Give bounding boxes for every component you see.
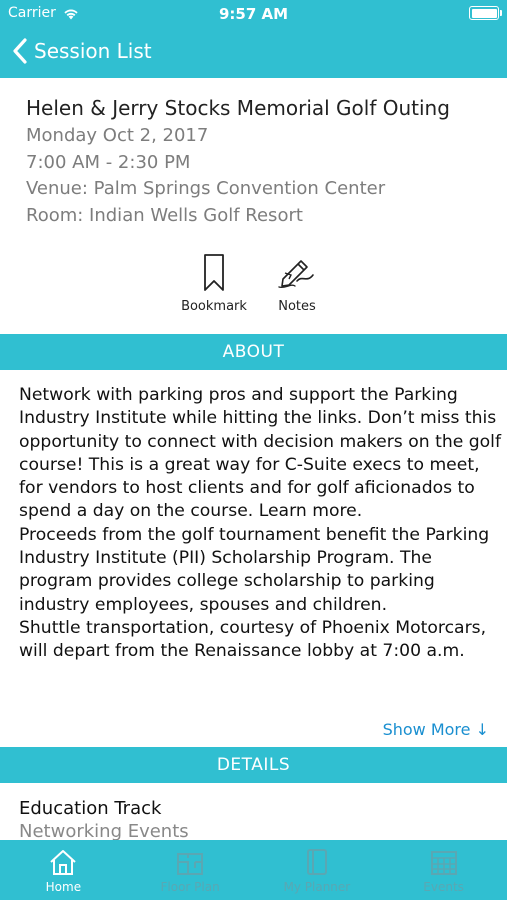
details-header: DETAILS — [0, 747, 507, 783]
tab-bar: Home Floor Plan My Planner Events — [0, 840, 507, 900]
notes-icon — [278, 260, 314, 289]
session-title: Helen & Jerry Stocks Memorial Golf Outin… — [26, 96, 450, 120]
about-paragraph: Network with parking pros and support th… — [19, 385, 501, 522]
session-time: 7:00 AM - 2:30 PM — [26, 152, 191, 173]
tab-label: Home — [45, 880, 82, 894]
battery-level — [471, 8, 497, 18]
chevron-left-icon — [13, 38, 27, 64]
about-header: ABOUT — [0, 334, 507, 370]
battery-icon — [469, 6, 502, 20]
education-track-item: Education Track Networking Events — [19, 798, 189, 842]
about-paragraph: Proceeds from the golf tournament benefi… — [19, 524, 490, 615]
planner-icon — [306, 849, 327, 875]
about-paragraph: Shuttle transportation, courtesy of Phoe… — [19, 617, 487, 662]
notes-label: Notes — [278, 299, 316, 314]
back-button[interactable]: Session List — [12, 37, 152, 65]
status-time: 9:57 AM — [218, 5, 289, 23]
tab-label: My Planner — [283, 880, 351, 894]
bookmark-label: Bookmark — [181, 299, 247, 314]
calendar-icon — [430, 851, 457, 875]
about-description: Network with parking pros and support th… — [19, 384, 504, 664]
tab-my-planner[interactable]: My Planner — [254, 840, 381, 900]
back-label: Session List — [34, 39, 152, 63]
tab-events[interactable]: Events — [380, 840, 507, 900]
tab-home[interactable]: Home — [0, 840, 127, 900]
home-icon — [50, 850, 77, 875]
show-more-link[interactable]: Show More ↓ — [383, 720, 489, 739]
session-date: Monday Oct 2, 2017 — [26, 125, 209, 146]
session-header: Helen & Jerry Stocks Memorial Golf Outin… — [0, 78, 507, 334]
education-track-label: Education Track — [19, 798, 162, 819]
session-room: Room: Indian Wells Golf Resort — [26, 205, 303, 226]
education-track-value: Networking Events — [19, 821, 189, 842]
session-venue: Venue: Palm Springs Convention Center — [26, 178, 386, 199]
tab-label: Events — [423, 880, 464, 894]
notes-button[interactable]: Notes — [257, 253, 337, 314]
tab-floor-plan[interactable]: Floor Plan — [127, 840, 254, 900]
nav-bar: Session List — [0, 28, 507, 78]
floor-plan-icon — [177, 853, 204, 875]
bookmark-button[interactable]: Bookmark — [174, 253, 254, 314]
tab-label: Floor Plan — [160, 880, 220, 894]
status-bar: Carrier 9:57 AM — [0, 0, 507, 28]
bookmark-icon — [204, 254, 224, 291]
